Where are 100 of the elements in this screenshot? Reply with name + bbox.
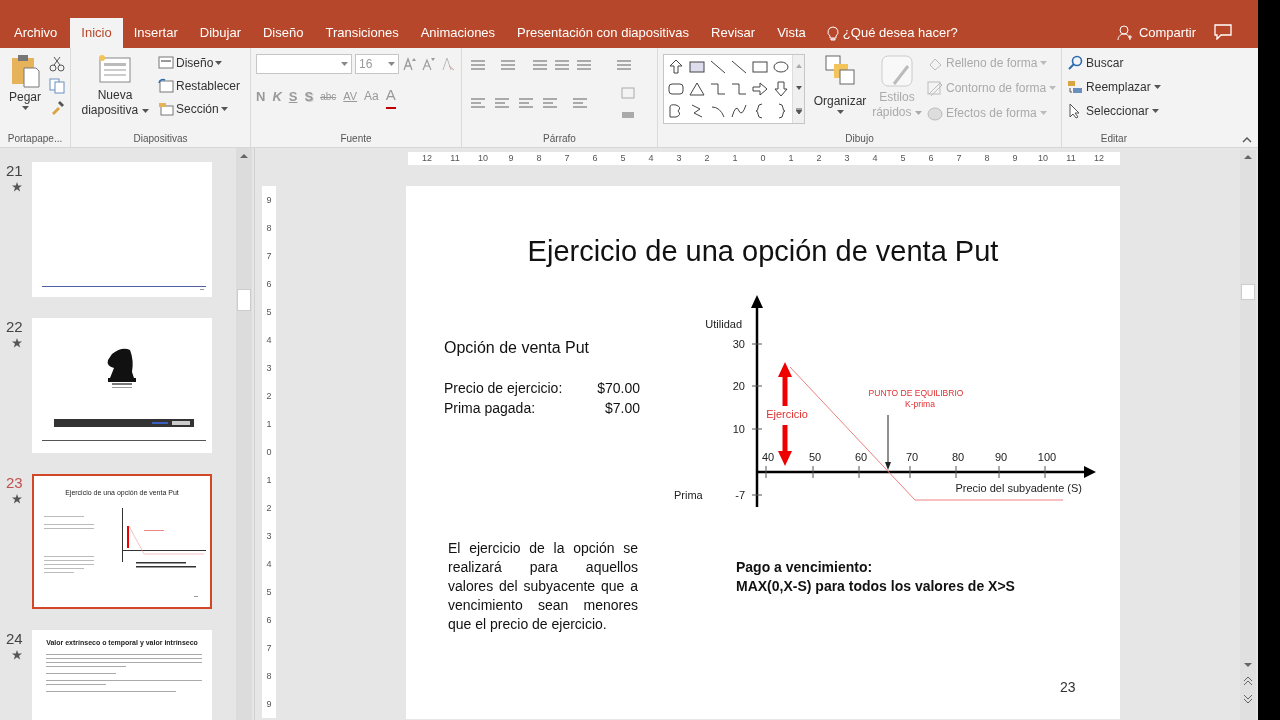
ruler-number: 7 xyxy=(266,251,272,261)
scroll-up-icon[interactable] xyxy=(1243,154,1253,160)
font-name-field[interactable] xyxy=(256,54,352,74)
ruler-number: 11 xyxy=(1065,152,1077,165)
ruler-number: 9 xyxy=(507,152,515,165)
ribbon-tab[interactable]: Vista xyxy=(766,18,817,48)
scrollbar[interactable] xyxy=(236,148,252,720)
ribbon-button[interactable]: Reemplazar xyxy=(1067,78,1161,96)
person-icon xyxy=(1116,25,1133,41)
ribbon-tab[interactable]: Insertar xyxy=(122,18,189,48)
ruler-number: 6 xyxy=(591,152,599,165)
ribbon-tab[interactable]: Animaciones xyxy=(409,18,507,48)
slide-thumbnail[interactable] xyxy=(32,162,212,297)
ruler-number: 1 xyxy=(266,475,272,485)
ruler-number: 11 xyxy=(449,152,461,165)
group-label: Dibujo xyxy=(844,133,875,146)
scrollbar-thumb[interactable] xyxy=(1241,284,1255,300)
new-slide-button[interactable]: Nueva diapositiva xyxy=(76,54,154,118)
ruler-number: 4 xyxy=(266,559,272,569)
paste-button[interactable]: Pegar xyxy=(5,54,45,110)
page-number: 23 xyxy=(1060,678,1076,697)
detail-label: Precio de ejercicio: xyxy=(444,379,563,398)
caret-icon xyxy=(1151,109,1159,113)
scroll-up-icon[interactable] xyxy=(239,153,249,159)
ruler-number: 9 xyxy=(1011,152,1019,165)
search-icon xyxy=(1067,55,1084,71)
tick-label: 20 xyxy=(732,380,745,392)
previous-slide-icon[interactable] xyxy=(1243,676,1253,686)
group-label: Portapape... xyxy=(6,133,64,146)
axis-label: Prima xyxy=(674,489,703,501)
ruler-number: 3 xyxy=(675,152,683,165)
tick-label: 100 xyxy=(1037,451,1057,463)
slide-option-icon xyxy=(158,55,174,71)
breakeven-arrow xyxy=(885,414,891,470)
ribbon-button[interactable]: Sección xyxy=(158,100,241,118)
scrollbar[interactable] xyxy=(1240,150,1256,720)
caret-icon xyxy=(1040,61,1048,65)
tick-label: 60 xyxy=(854,451,868,463)
ribbon-button[interactable]: Seleccionar xyxy=(1067,102,1161,120)
shape-format-icon xyxy=(927,80,943,96)
comment-icon[interactable] xyxy=(1214,24,1232,40)
ruler-number: 0 xyxy=(759,152,767,165)
breakeven-formula: K-prima xyxy=(905,399,935,409)
group-label: Editar xyxy=(1099,133,1128,146)
more-icon[interactable] xyxy=(795,108,802,114)
axis-title: Utilidad xyxy=(705,318,742,330)
grow-font-icon[interactable] xyxy=(402,56,418,72)
ruler-number: 1 xyxy=(731,152,739,165)
next-slide-icon[interactable] xyxy=(1243,694,1253,704)
ribbon-tab[interactable]: Revisar xyxy=(700,18,767,48)
shrink-font-icon[interactable] xyxy=(421,56,437,72)
shape-format-icon xyxy=(927,105,943,121)
ribbon-button[interactable]: Restablecer xyxy=(158,77,241,95)
star-icon xyxy=(12,494,22,504)
subtitle: Opción de venta Put xyxy=(444,338,589,358)
ribbon-tab[interactable]: Inicio xyxy=(70,18,123,48)
payoff-text: Pago a vencimiento: xyxy=(736,558,874,577)
tick-label: 50 xyxy=(808,451,822,463)
scissors-icon[interactable] xyxy=(49,56,65,72)
ribbon-tab[interactable]: Transiciones xyxy=(314,18,410,48)
ribbon-tab[interactable]: Archivo xyxy=(3,18,69,48)
detail-label: Prima pagada: xyxy=(444,399,536,418)
arrange-button[interactable]: Organizar xyxy=(809,54,871,114)
format-button[interactable]: abc xyxy=(320,88,337,104)
scroll-down-icon[interactable] xyxy=(795,86,802,90)
ruler-number: 3 xyxy=(843,152,851,165)
collapse-ribbon-icon[interactable] xyxy=(1242,137,1252,143)
group-label: Diapositivas xyxy=(132,133,189,146)
ruler-number: 9 xyxy=(266,195,272,205)
ribbon-tab[interactable]: Diseño xyxy=(252,18,315,48)
font-size-field[interactable]: 16 xyxy=(355,54,399,74)
ruler-number: 9 xyxy=(266,699,272,709)
ruler-number: 2 xyxy=(266,503,272,513)
ruler-number: 2 xyxy=(815,152,823,165)
paragraph: El ejercicio de la opción se realizará para aquellos valores del subyacente que a vencimiento sean menores que el precio de ejercicio. xyxy=(448,539,638,634)
ribbon-button[interactable]: Buscar xyxy=(1067,54,1161,72)
ruler-number: 4 xyxy=(266,335,272,345)
slide-thumbnail[interactable] xyxy=(32,318,212,453)
caret-icon xyxy=(836,110,844,114)
ribbon-tab[interactable]: Dibujar xyxy=(188,18,252,48)
replace-icon xyxy=(1067,79,1084,95)
ribbon-tab[interactable]: Presentación con diapositivas xyxy=(506,18,701,48)
caret-icon xyxy=(215,61,223,65)
ruler-number: 2 xyxy=(703,152,711,165)
ruler-number: 0 xyxy=(266,447,272,457)
copy-icon[interactable] xyxy=(49,78,65,94)
slide-title: Ejercicio de una opción de venta Put xyxy=(526,234,1000,269)
share-button[interactable]: Compartir xyxy=(1116,18,1196,48)
ruler-number: 6 xyxy=(266,279,272,289)
ruler-number: 8 xyxy=(266,671,272,681)
scroll-down-icon[interactable] xyxy=(1243,662,1253,668)
scrollbar-thumb[interactable] xyxy=(237,289,251,311)
star-icon xyxy=(12,338,22,348)
detail-value: $70.00 xyxy=(597,379,640,398)
ruler-number: 6 xyxy=(927,152,935,165)
tick-label: 30 xyxy=(732,338,745,350)
tell-me-button[interactable]: ¿Qué desea hacer? xyxy=(826,18,958,48)
ribbon-button[interactable]: Diseño xyxy=(158,54,241,72)
ruler-number: 4 xyxy=(871,152,879,165)
tick-label: 80 xyxy=(951,451,965,463)
